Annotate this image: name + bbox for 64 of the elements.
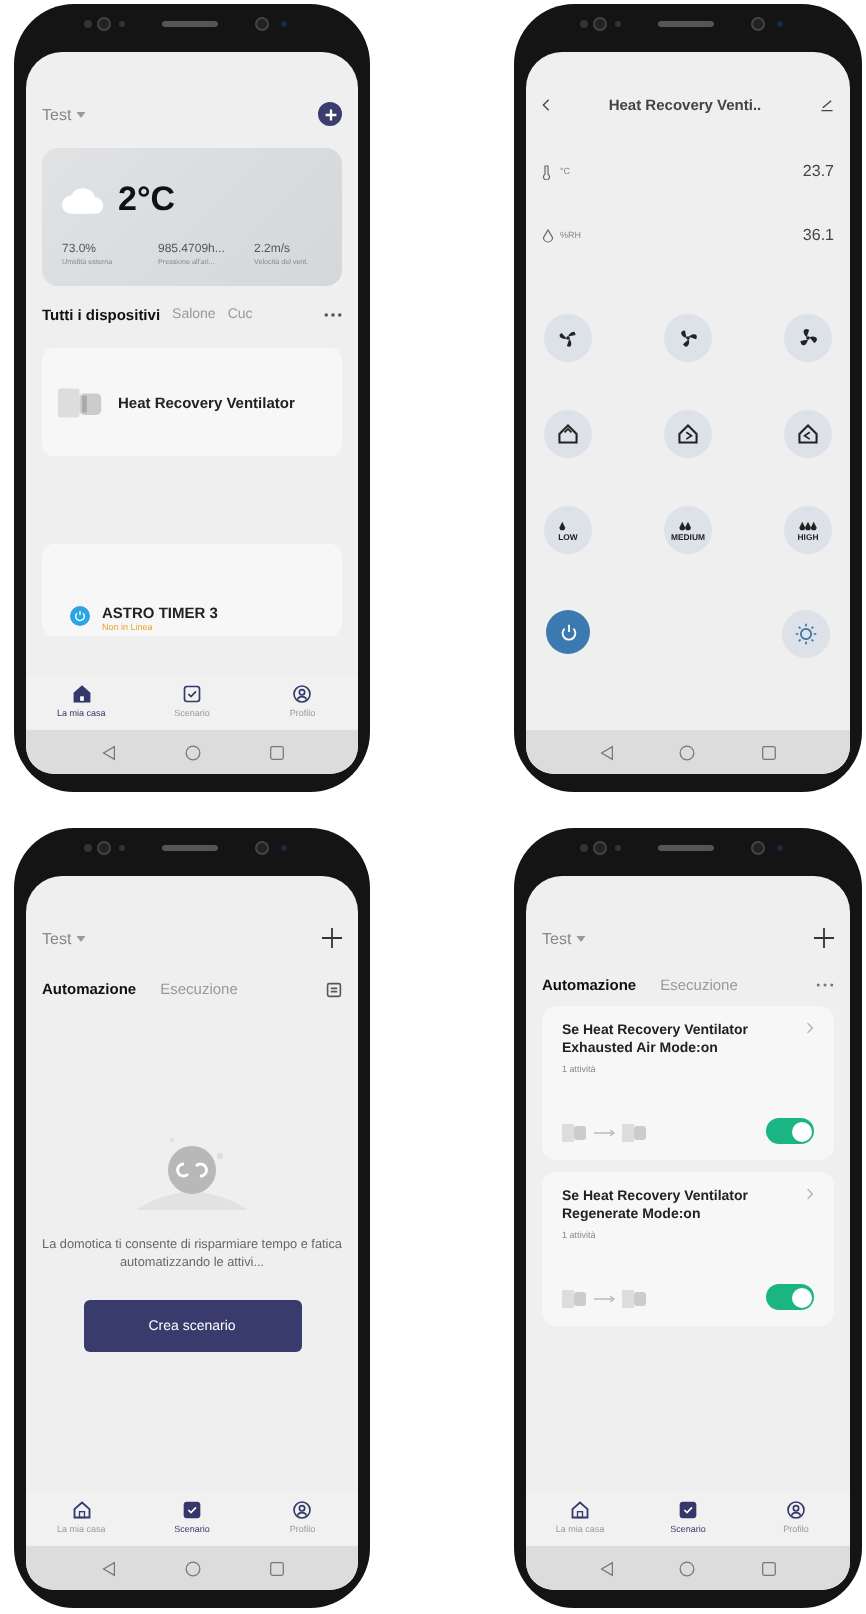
fan-icon: [556, 326, 580, 350]
device-flow-drawing: [562, 1119, 650, 1144]
power-button[interactable]: [546, 610, 590, 654]
profile-icon: [292, 1500, 313, 1520]
ventilator-icon: [58, 385, 106, 419]
drop-icon: [542, 227, 554, 243]
profile-icon: [292, 684, 313, 704]
mode-button[interactable]: [664, 410, 712, 458]
light-button[interactable]: [782, 610, 830, 658]
device-flow-drawing: [562, 1285, 650, 1310]
document-icon[interactable]: [326, 981, 342, 997]
power-icon: [70, 606, 90, 626]
mode-button[interactable]: [784, 410, 832, 458]
recents-icon[interactable]: [267, 1559, 285, 1577]
back-icon[interactable]: [99, 743, 117, 761]
house-icon: [570, 1500, 590, 1520]
back-icon[interactable]: [597, 1559, 616, 1577]
plus-icon: [321, 105, 339, 123]
mode-button[interactable]: [664, 314, 712, 362]
back-icon[interactable]: [99, 1559, 117, 1577]
mode-button[interactable]: [784, 314, 832, 362]
house-icon: [796, 422, 820, 446]
home-icon[interactable]: [678, 1559, 697, 1577]
power-icon: [557, 621, 579, 643]
checkbox-icon: [181, 684, 202, 704]
caret-icon: [75, 935, 86, 941]
caret-icon: [575, 935, 586, 941]
plus-icon[interactable]: [322, 928, 342, 948]
toggle-switch[interactable]: [766, 1118, 814, 1145]
plus-icon[interactable]: [814, 928, 834, 948]
temperature-text: 2°C: [118, 180, 176, 220]
chevron-icon: [806, 1188, 814, 1201]
caret-icon: [75, 111, 86, 117]
house-icon: [71, 1500, 92, 1520]
toggle-switch[interactable]: [766, 1284, 814, 1311]
sun-icon: [794, 622, 818, 646]
add-button[interactable]: [318, 102, 342, 126]
back-icon[interactable]: [542, 98, 550, 112]
house-icon: [556, 422, 580, 446]
chevron-icon: [806, 1022, 814, 1034]
recents-icon[interactable]: [267, 743, 285, 761]
edit-icon[interactable]: [819, 98, 834, 112]
recents-icon[interactable]: [760, 1559, 779, 1577]
checkbox-icon: [678, 1500, 698, 1520]
house-icon: [676, 422, 700, 446]
profile-icon: [786, 1500, 806, 1520]
back-icon[interactable]: [597, 743, 616, 761]
home-icon[interactable]: [678, 743, 697, 761]
home-icon[interactable]: [183, 1559, 201, 1577]
thermometer-icon: [542, 163, 554, 179]
checkbox-icon: [181, 1500, 202, 1520]
reading-value: 23.7: [802, 162, 834, 180]
drop-icon: [798, 519, 818, 531]
more-icon[interactable]: [816, 982, 834, 988]
fan-icon: [796, 326, 820, 350]
fan-icon: [676, 326, 700, 350]
more-icon[interactable]: [324, 312, 342, 318]
mode-button[interactable]: [544, 410, 592, 458]
home-icon[interactable]: [183, 743, 201, 761]
house-icon: [71, 684, 92, 704]
reading-value: 36.1: [802, 226, 834, 244]
mode-button[interactable]: [544, 314, 592, 362]
cloud-icon: [62, 187, 106, 213]
recents-icon[interactable]: [760, 743, 779, 761]
